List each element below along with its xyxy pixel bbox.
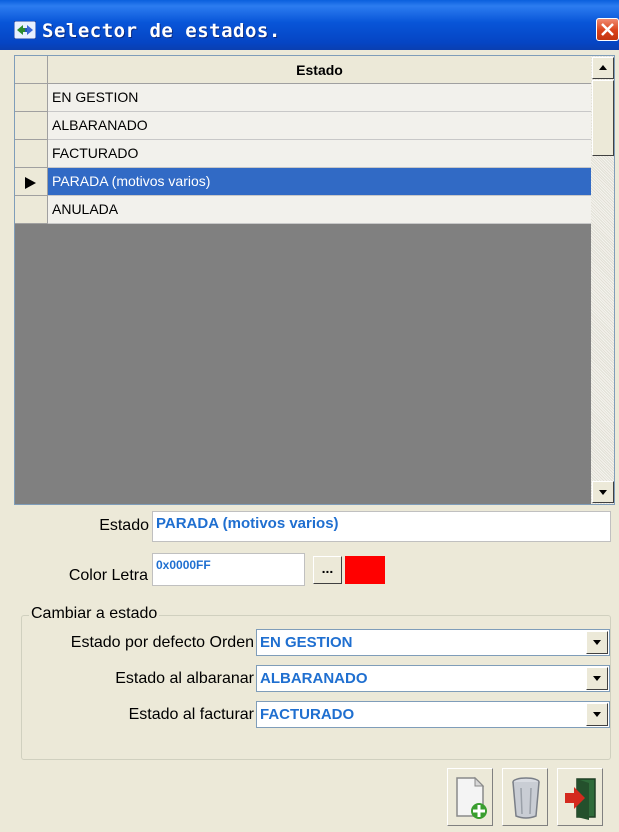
facturar-dropdown-button[interactable]: [586, 703, 608, 726]
row-cell[interactable]: ANULADA: [48, 196, 591, 224]
chevron-down-icon: [593, 712, 601, 717]
defecto-orden-value: EN GESTION: [260, 634, 353, 651]
delete-button[interactable]: [502, 768, 548, 826]
defecto-orden-select[interactable]: EN GESTION: [256, 629, 610, 656]
table-row[interactable]: ALBARANADO: [15, 112, 591, 140]
arrow-down-icon: [599, 490, 607, 495]
group-title: Cambiar a estado: [29, 605, 160, 623]
facturar-label: Estado al facturar: [128, 706, 254, 723]
new-button[interactable]: [447, 768, 493, 826]
table-row[interactable]: ANULADA: [15, 196, 591, 224]
albaranar-select[interactable]: ALBARANADO: [256, 665, 610, 692]
column-header-estado[interactable]: Estado: [48, 56, 591, 84]
row-indicator[interactable]: [15, 140, 48, 168]
albaranar-value: ALBARANADO: [260, 670, 368, 687]
chevron-down-icon: [593, 640, 601, 645]
trash-icon: [512, 777, 540, 819]
close-button[interactable]: [596, 18, 619, 41]
exit-button[interactable]: [557, 768, 603, 826]
defecto-orden-label: Estado por defecto Orden: [70, 634, 254, 651]
arrows-icon: [14, 21, 36, 39]
window-title: Selector de estados.: [42, 20, 281, 42]
row-cell[interactable]: FACTURADO: [48, 140, 591, 168]
row-indicator[interactable]: [15, 196, 48, 224]
header-indicator-cell: [15, 56, 48, 84]
table-row[interactable]: FACTURADO: [15, 140, 591, 168]
scroll-down-button[interactable]: [592, 481, 614, 503]
chevron-down-icon: [593, 676, 601, 681]
close-icon: [601, 23, 614, 36]
scroll-up-button[interactable]: [592, 57, 614, 79]
vertical-scrollbar[interactable]: [591, 56, 614, 504]
row-indicator[interactable]: [15, 112, 48, 140]
row-cell[interactable]: ALBARANADO: [48, 112, 591, 140]
estado-label: Estado: [99, 517, 149, 534]
facturar-value: FACTURADO: [260, 706, 355, 723]
estado-field[interactable]: PARADA (motivos varios): [152, 511, 611, 542]
grid-header: Estado: [15, 56, 591, 84]
row-cell[interactable]: EN GESTION: [48, 84, 591, 112]
defecto-orden-dropdown-button[interactable]: [586, 631, 608, 654]
facturar-select[interactable]: FACTURADO: [256, 701, 610, 728]
row-indicator[interactable]: [15, 168, 48, 196]
table-row[interactable]: EN GESTION: [15, 84, 591, 112]
row-indicator[interactable]: [15, 84, 48, 112]
albaranar-dropdown-button[interactable]: [586, 667, 608, 690]
color-swatch: [345, 556, 385, 584]
table-row-selected[interactable]: PARADA (motivos varios): [15, 168, 591, 196]
color-letra-label: Color Letra: [68, 567, 148, 584]
exit-door-icon: [565, 778, 596, 820]
arrow-up-icon: [599, 65, 607, 70]
current-row-arrow-icon: [25, 177, 36, 189]
albaranar-label: Estado al albaranar: [115, 670, 254, 687]
color-letra-field[interactable]: 0x0000FF: [152, 553, 305, 586]
color-picker-button[interactable]: ...: [313, 556, 342, 584]
scroll-thumb[interactable]: [592, 80, 614, 156]
row-cell[interactable]: PARADA (motivos varios): [48, 168, 591, 196]
new-document-icon: [456, 776, 487, 819]
states-grid[interactable]: Estado EN GESTION ALBARANADO FACTURADO P…: [14, 55, 615, 505]
title-bar: Selector de estados.: [0, 0, 619, 50]
